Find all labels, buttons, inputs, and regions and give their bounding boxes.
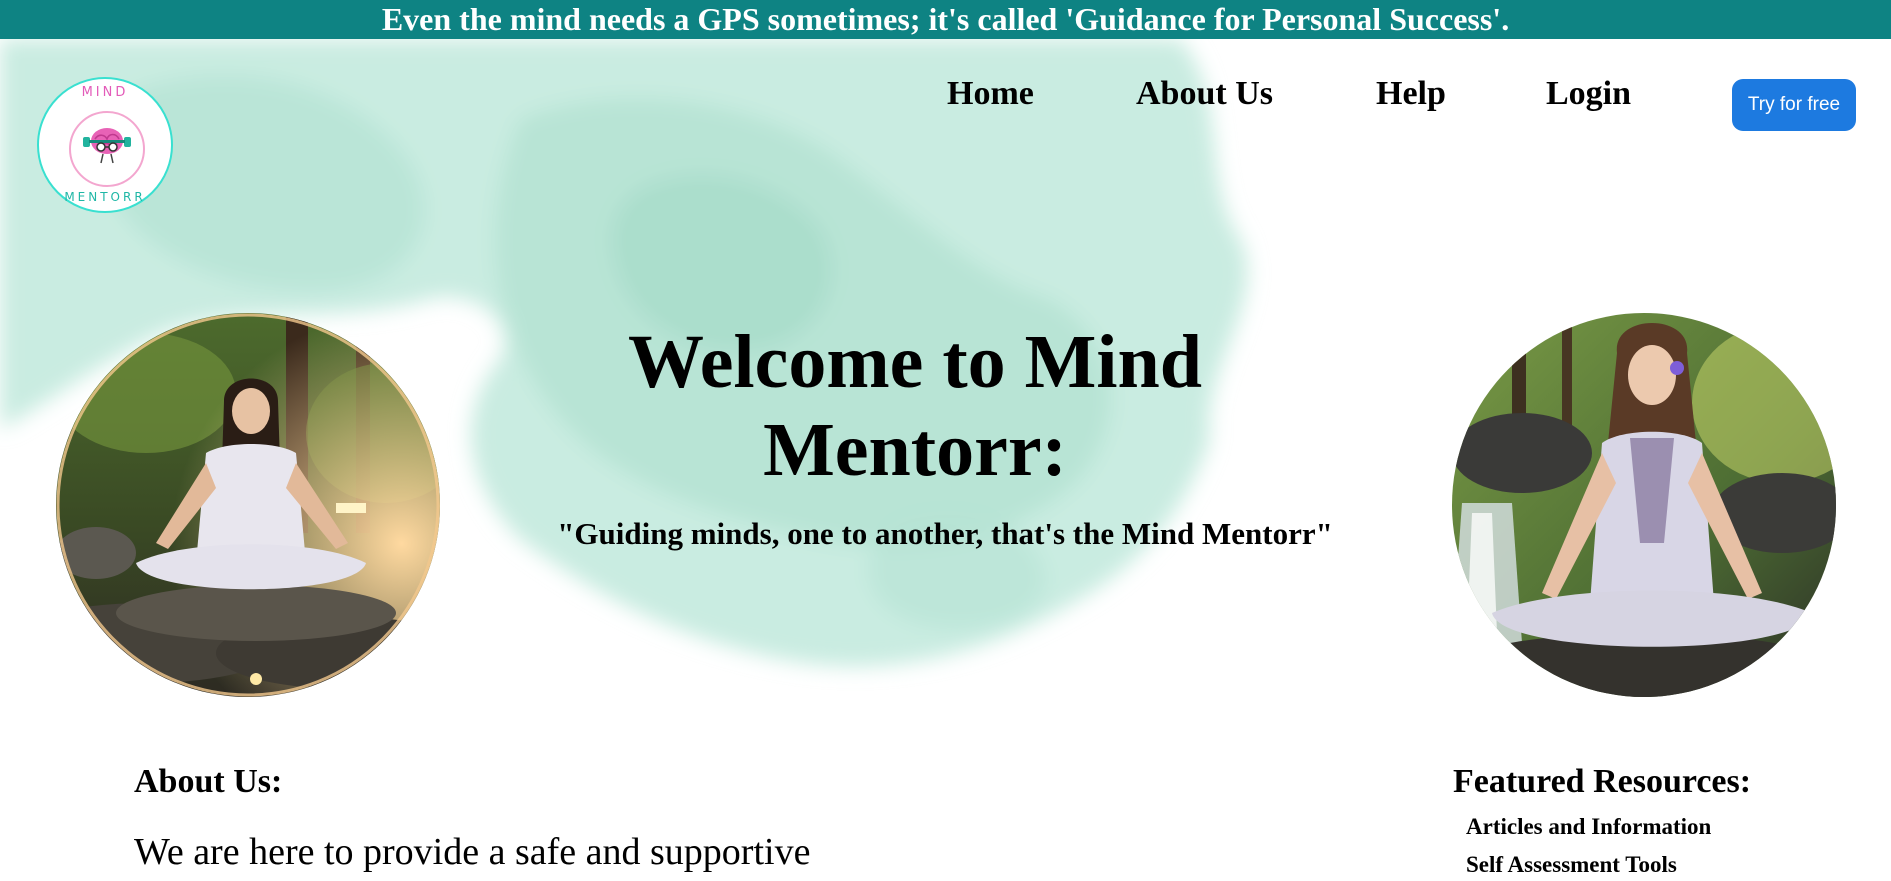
try-for-free-button[interactable]: Try for free <box>1732 79 1856 131</box>
logo-bottom-text: MENTORR <box>64 190 146 204</box>
hero-title: Welcome to Mind Mentorr: <box>627 320 1203 492</box>
about-us-heading: About Us: <box>134 763 283 800</box>
about-us-text: We are here to provide a safe and suppor… <box>134 831 811 873</box>
nav-help-link[interactable]: Help <box>1376 75 1446 113</box>
featured-resources-heading: Featured Resources: <box>1453 763 1752 800</box>
meditating-woman-forest-photo <box>56 313 440 697</box>
nav-login-link[interactable]: Login <box>1546 75 1631 113</box>
brain-with-dumbbells-icon <box>83 128 131 164</box>
top-banner: Even the mind needs a GPS sometimes; it'… <box>0 0 1891 39</box>
self-assessment-tools-link[interactable]: Self Assessment Tools <box>1466 852 1677 878</box>
page: Even the mind needs a GPS sometimes; it'… <box>0 0 1891 881</box>
articles-and-information-link[interactable]: Articles and Information <box>1466 814 1711 840</box>
nav-home-link[interactable]: Home <box>947 75 1034 113</box>
main-nav: Home About Us Help Login <box>0 75 1891 125</box>
nav-about-us-link[interactable]: About Us <box>1136 75 1273 113</box>
hero-tagline: "Guiding minds, one to another, that's t… <box>557 516 1333 551</box>
meditating-woman-stream-photo <box>1452 313 1836 697</box>
